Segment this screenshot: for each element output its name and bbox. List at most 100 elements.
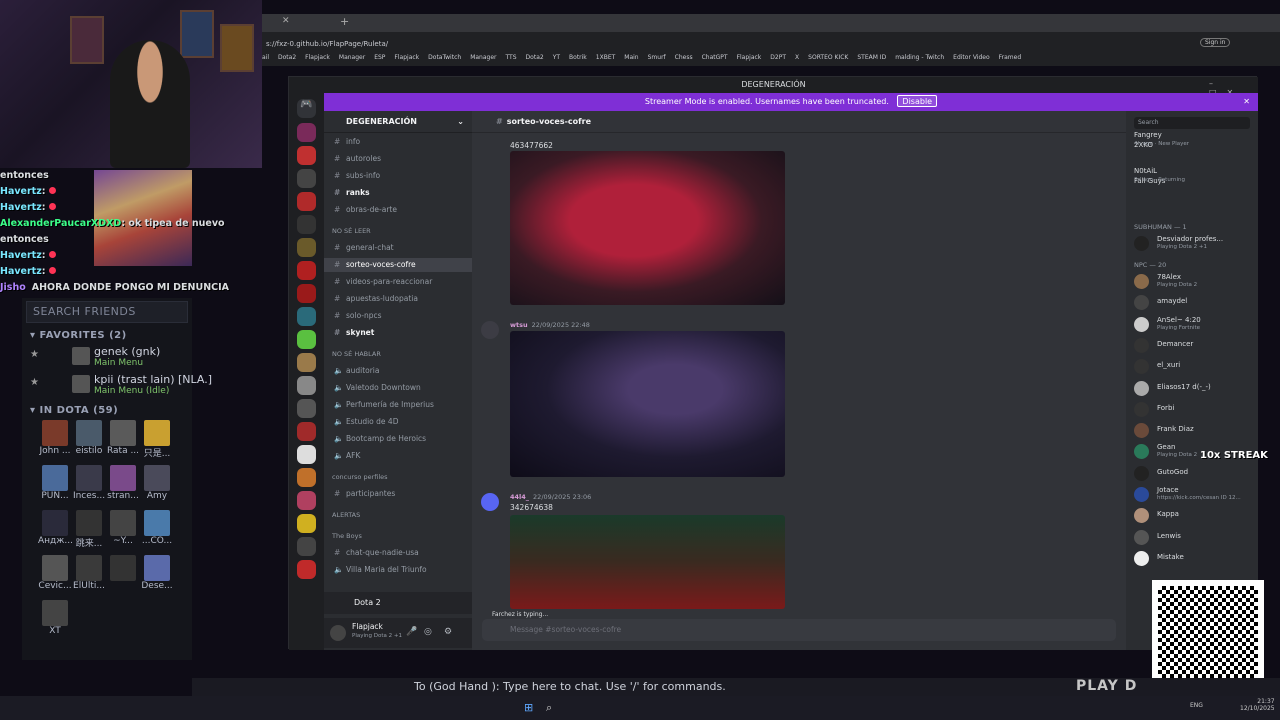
search-icon[interactable]: ⌕ [546, 701, 552, 715]
bookmark-item[interactable]: Manager [339, 54, 365, 61]
message-input[interactable]: Message #sorteo-voces-cofre [482, 619, 1116, 641]
message-image[interactable] [510, 331, 785, 477]
member-item[interactable]: 78Alex Playing Dota 2 [1126, 271, 1258, 291]
server-icon[interactable] [297, 123, 316, 142]
member-activity[interactable]: Desviador profes... Playing Dota 2 +1 [1126, 233, 1258, 253]
text-channel[interactable]: # subs-info [324, 169, 472, 183]
friend-tile[interactable]: John ... [38, 420, 72, 465]
friend-tile[interactable]: Dese... [140, 555, 174, 600]
text-channel[interactable]: # videos-para-reaccionar [324, 275, 472, 289]
bookmark-item[interactable]: Botrik [569, 54, 587, 61]
bookmark-item[interactable]: TTS [506, 54, 517, 61]
bookmark-item[interactable]: malding - Twitch [895, 54, 944, 61]
friend-tile[interactable]: ElUlti... [72, 555, 106, 600]
member-item[interactable]: Kappa [1126, 505, 1258, 525]
member-activity[interactable]: 2XKO 4h ago · New Player [1126, 141, 1258, 161]
friend-tile[interactable]: ...CO... [140, 510, 174, 555]
text-channel[interactable]: # ranks [324, 186, 472, 200]
favorites-header[interactable]: ▾ FAVORITES (2) [22, 326, 192, 345]
member-item[interactable]: Lenwis [1126, 527, 1258, 547]
server-icon[interactable] [297, 330, 316, 349]
text-channel[interactable]: # apuestas-ludopatia [324, 292, 472, 306]
voice-activity[interactable]: Dota 2 [324, 592, 472, 614]
member-item[interactable]: Forbi [1126, 399, 1258, 419]
bookmark-item[interactable]: Dota2 [278, 54, 296, 61]
server-icon[interactable] [297, 514, 316, 533]
text-channel[interactable]: # solo-npcs [324, 309, 472, 323]
favorite-friend[interactable]: ★ kpii (trast lain) [NLA.] Main Menu (Idle… [22, 373, 212, 401]
server-icon[interactable] [297, 169, 316, 188]
chat-username[interactable]: AlexanderPaucarXDXD [0, 218, 121, 229]
friend-tile[interactable]: eistilo [72, 420, 106, 465]
message-author[interactable]: wtsu [510, 321, 528, 329]
voice-channel[interactable]: 🔈 Villa Maria del Triunfo [324, 563, 472, 577]
star-icon[interactable]: ★ [30, 377, 39, 388]
bookmark-item[interactable]: Smurf [648, 54, 666, 61]
bookmark-item[interactable]: ESP [374, 54, 385, 61]
server-icon[interactable] [297, 376, 316, 395]
avatar[interactable] [330, 625, 346, 641]
voice-channel[interactable]: 🔈 Estudio de 4D [324, 415, 472, 429]
disable-button[interactable]: Disable [897, 95, 938, 107]
server-icon[interactable] [297, 491, 316, 510]
channel-category[interactable]: NO SÉ LEER [324, 224, 472, 238]
member-item[interactable]: GutoGod [1126, 463, 1258, 483]
language-indicator[interactable]: ENG [1190, 702, 1203, 709]
text-channel[interactable]: # obras-de-arte [324, 203, 472, 217]
text-channel[interactable]: # chat-que-nadie-usa [324, 546, 472, 560]
bookmark-item[interactable]: ChatGPT [702, 54, 728, 61]
search-input[interactable]: Search [1134, 117, 1250, 129]
new-tab-icon[interactable]: + [340, 15, 349, 28]
friend-tile[interactable]: Андж... [38, 510, 72, 555]
server-icon[interactable] [297, 468, 316, 487]
member-item[interactable]: Mistake [1126, 548, 1258, 568]
chat-username[interactable]: Havertz [0, 202, 42, 213]
member-item[interactable]: el_xuri [1126, 356, 1258, 376]
sign-in-button[interactable]: Sign in [1200, 38, 1231, 47]
friend-tile[interactable]: Inces... [72, 465, 106, 510]
voice-channel[interactable]: 🔈 Bootcamp de Heroics [324, 432, 472, 446]
clock[interactable]: 21:37 12/10/2025 [1240, 698, 1275, 712]
settings-gear-icon[interactable]: ⚙ [444, 627, 452, 637]
bookmark-item[interactable]: Framed [999, 54, 1022, 61]
text-channel[interactable]: # sorteo-voces-cofre [324, 258, 472, 272]
server-icon[interactable] [297, 445, 316, 464]
address-bar[interactable]: s://fxz-0.github.io/FlapPage/Ruleta/ [266, 36, 1026, 52]
server-icon[interactable] [297, 238, 316, 257]
server-icon[interactable] [297, 399, 316, 418]
bookmark-item[interactable]: YT [553, 54, 560, 61]
bookmark-item[interactable]: Flapjack [737, 54, 762, 61]
bookmark-item[interactable]: Dota2 [526, 54, 544, 61]
voice-channel[interactable]: 🔈 auditoria [324, 364, 472, 378]
member-item[interactable]: Eliasos17 d(-_-) [1126, 378, 1258, 398]
server-icon[interactable] [297, 261, 316, 280]
friends-search-input[interactable]: SEARCH FRIENDS [26, 301, 188, 323]
server-icon[interactable] [297, 422, 316, 441]
server-icon[interactable] [297, 353, 316, 372]
server-icon[interactable] [297, 146, 316, 165]
bookmark-item[interactable]: Chess [675, 54, 693, 61]
member-item[interactable]: amaydel [1126, 292, 1258, 312]
bookmark-item[interactable]: X [795, 54, 799, 61]
member-item[interactable]: AnSel~ 4:20 Playing Fortnite [1126, 314, 1258, 334]
server-icon[interactable] [297, 284, 316, 303]
server-icon[interactable] [297, 537, 316, 556]
bookmark-item[interactable]: D2PT [770, 54, 786, 61]
friend-tile[interactable]: 只是... [140, 420, 174, 465]
chat-username[interactable]: Havertz [0, 186, 42, 197]
server-icon[interactable] [297, 560, 316, 579]
member-activity[interactable]: Fall Guys 3d ago · Returning [1126, 177, 1258, 197]
bookmark-item[interactable]: STEAM ID [857, 54, 886, 61]
text-channel[interactable]: # skynet [324, 326, 472, 340]
chat-username[interactable]: Jisho [0, 282, 26, 293]
bookmark-item[interactable]: SORTEO KICK [808, 54, 848, 61]
friend-tile[interactable]: Cevic... [38, 555, 72, 600]
avatar[interactable] [481, 493, 499, 511]
message-image[interactable] [510, 515, 785, 609]
close-tab-icon[interactable]: ✕ [282, 16, 290, 26]
bookmark-item[interactable]: Editor Video [953, 54, 989, 61]
discord-home-icon[interactable]: 🎮 [297, 99, 316, 118]
chat-username[interactable]: Havertz [0, 266, 42, 277]
friend-tile[interactable]: Rata ... [106, 420, 140, 465]
text-channel[interactable]: # autoroles [324, 152, 472, 166]
